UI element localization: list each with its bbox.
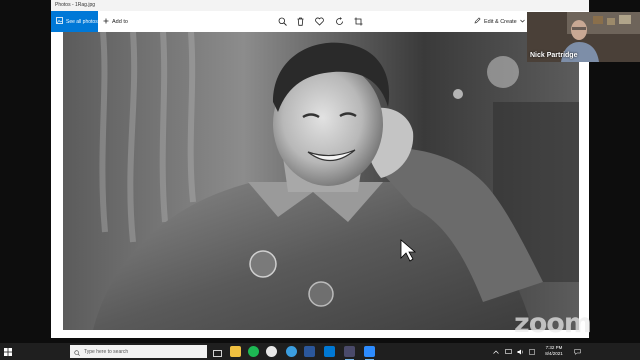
delete-icon[interactable] bbox=[295, 16, 306, 27]
rotate-icon[interactable] bbox=[334, 16, 345, 27]
word-icon[interactable] bbox=[304, 346, 315, 357]
start-button[interactable] bbox=[0, 343, 16, 360]
notifications-icon[interactable] bbox=[572, 343, 582, 360]
chevron-up-icon[interactable] bbox=[492, 343, 500, 360]
edit-create-button[interactable]: Edit & Create bbox=[474, 11, 525, 32]
edge-icon[interactable] bbox=[286, 346, 297, 357]
task-view-icon[interactable] bbox=[212, 346, 223, 357]
chevron-down-icon bbox=[519, 19, 525, 25]
edit-create-label: Edit & Create bbox=[484, 18, 517, 25]
photo-grid-icon bbox=[56, 17, 63, 26]
clock-date: 8/4/2021 bbox=[545, 351, 563, 356]
system-clock[interactable]: 7:32 PM 8/4/2021 bbox=[540, 345, 568, 357]
search-placeholder: Type here to search bbox=[84, 348, 129, 355]
taskbar: Type here to search 7:32 PM 8/4/2021 bbox=[0, 343, 640, 360]
title-bar: Photos - 1Rag.jpg bbox=[51, 0, 589, 11]
window-title: Photos - 1Rag.jpg bbox=[55, 2, 96, 8]
add-to-button[interactable]: Add to bbox=[103, 11, 128, 32]
see-all-photos-button[interactable]: See all photos bbox=[51, 11, 98, 32]
astronaut-photo-image bbox=[63, 32, 579, 330]
screen: Photos - 1Rag.jpg See all photos Add to bbox=[0, 0, 640, 360]
network-icon[interactable] bbox=[504, 343, 512, 360]
crop-icon[interactable] bbox=[353, 16, 364, 27]
windows-logo-icon bbox=[4, 347, 12, 356]
participant-name: Nick Partridge bbox=[530, 52, 578, 59]
spotify-icon[interactable] bbox=[248, 346, 259, 357]
participant-video-tile[interactable]: Nick Partridge bbox=[527, 12, 640, 62]
chrome-icon[interactable] bbox=[266, 346, 277, 357]
favorite-icon[interactable] bbox=[314, 16, 325, 27]
outlook-icon[interactable] bbox=[324, 346, 335, 357]
file-explorer-icon[interactable] bbox=[230, 346, 241, 357]
edit-icon bbox=[474, 17, 481, 26]
ime-icon[interactable] bbox=[528, 343, 536, 360]
search-icon bbox=[74, 343, 80, 360]
photos-toolbar: See all photos Add to Edit & Create bbox=[51, 11, 589, 32]
photos-app-icon[interactable] bbox=[344, 346, 355, 360]
zoom-icon[interactable] bbox=[277, 16, 288, 27]
taskbar-search-box[interactable]: Type here to search bbox=[70, 345, 207, 358]
zoom-app-icon[interactable] bbox=[364, 346, 375, 360]
add-to-label: Add to bbox=[112, 18, 128, 25]
see-all-photos-label: See all photos bbox=[66, 18, 98, 25]
plus-icon bbox=[103, 18, 109, 26]
photo-viewer[interactable] bbox=[63, 32, 579, 330]
volume-icon[interactable] bbox=[516, 343, 524, 360]
zoom-watermark: zoom bbox=[514, 308, 592, 339]
photos-window: Photos - 1Rag.jpg See all photos Add to bbox=[51, 0, 589, 338]
